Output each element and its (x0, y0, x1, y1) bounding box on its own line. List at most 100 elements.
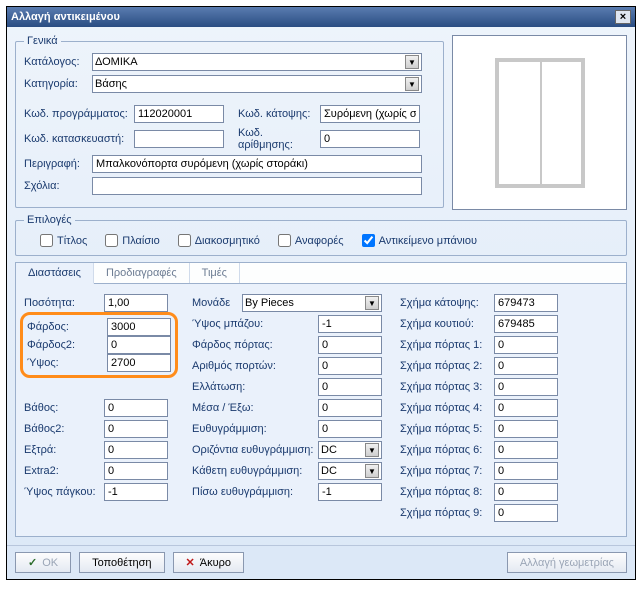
mbazou-input[interactable] (318, 315, 382, 333)
doorw-label: Φάρδος πόρτας: (192, 339, 314, 351)
door7-label: Σχήμα πόρτας 7: (400, 465, 490, 477)
boxshape-label: Σχήμα κουτιού: (400, 318, 490, 330)
catalog-select[interactable]: ΔΟΜΙΚΑ ▼ (92, 53, 422, 71)
align-input[interactable] (318, 420, 382, 438)
qty-label: Ποσότητα: (24, 297, 100, 309)
progcode-label: Κωδ. προγράμματος: (24, 108, 134, 120)
descr-input[interactable] (92, 155, 422, 173)
extra2-label: Extra2: (24, 465, 100, 477)
chk-frame[interactable]: Πλαίσιο (105, 234, 159, 247)
window-title: Αλλαγή αντικειμένου (11, 11, 120, 23)
width2-input[interactable] (107, 336, 171, 354)
extra2-input[interactable] (104, 462, 168, 480)
category-label: Κατηγορία: (24, 78, 92, 90)
close-icon[interactable]: × (615, 10, 631, 24)
place-button[interactable]: Τοποθέτηση (79, 552, 164, 573)
mfr-input[interactable] (134, 130, 224, 148)
door3-input[interactable] (494, 378, 558, 396)
highlight-box: Φάρδος: Φάρδος2: Ύψος: (20, 312, 178, 378)
align-label: Ευθυγράμμιση: (192, 423, 314, 435)
chk-reports[interactable]: Αναφορές (278, 234, 344, 247)
valign-select[interactable]: DC▼ (318, 462, 382, 480)
category-value: Βάσης (95, 78, 127, 90)
depth-input[interactable] (104, 399, 168, 417)
boxshape-input[interactable] (494, 315, 558, 333)
door9-label: Σχήμα πόρτας 9: (400, 507, 490, 519)
balign-label: Πίσω ευθυγράμμιση: (192, 486, 314, 498)
geometry-button[interactable]: Αλλαγή γεωμετρίας (507, 552, 627, 573)
door5-input[interactable] (494, 420, 558, 438)
door2-input[interactable] (494, 357, 558, 375)
chevron-down-icon: ▼ (405, 55, 419, 69)
cancel-button[interactable]: ✕Άκυρο (173, 552, 244, 573)
unit-select[interactable]: By Pieces ▼ (242, 294, 382, 312)
chevron-down-icon: ▼ (365, 296, 379, 310)
halign-label: Οριζόντια ευθυγράμμιση: (192, 444, 314, 456)
bench-input[interactable] (104, 483, 168, 501)
chk-decor[interactable]: Διακοσμητικό (178, 234, 260, 247)
chevron-down-icon: ▼ (365, 443, 379, 457)
depth-label: Βάθος: (24, 402, 100, 414)
comments-label: Σχόλια: (24, 180, 92, 192)
x-icon: ✕ (186, 556, 195, 569)
width-label: Φάρδος: (27, 321, 103, 333)
extra-label: Εξτρά: (24, 444, 100, 456)
door3-label: Σχήμα πόρτας 3: (400, 381, 490, 393)
door8-input[interactable] (494, 483, 558, 501)
inout-label: Μέσα / Έξω: (192, 402, 314, 414)
depth2-input[interactable] (104, 420, 168, 438)
height-input[interactable] (107, 354, 171, 372)
doorw-input[interactable] (318, 336, 382, 354)
door6-label: Σχήμα πόρτας 6: (400, 444, 490, 456)
tab-dimensions[interactable]: Διαστάσεις (16, 263, 94, 284)
balign-input[interactable] (318, 483, 382, 501)
num-label: Κωδ. αρίθμησης: (238, 127, 320, 151)
inout-input[interactable] (318, 399, 382, 417)
door2-label: Σχήμα πόρτας 2: (400, 360, 490, 372)
tab-prices[interactable]: Τιμές (190, 263, 240, 283)
mbazou-label: Ύψος μπάζου: (192, 318, 314, 330)
chk-bath[interactable]: Αντικείμενο μπάνιου (362, 234, 477, 247)
extra-input[interactable] (104, 441, 168, 459)
reduce-label: Ελλάτωση: (192, 381, 314, 393)
topview-input[interactable] (320, 105, 420, 123)
door7-input[interactable] (494, 462, 558, 480)
bench-label: Ύψος πάγκου: (24, 486, 100, 498)
comments-input[interactable] (92, 177, 422, 195)
halign-select[interactable]: DC▼ (318, 441, 382, 459)
options-group: Επιλογές Τίτλος Πλαίσιο Διακοσμητικό Ανα… (15, 214, 627, 256)
tabs-container: Διαστάσεις Προδιαγραφές Τιμές Ποσότητα: … (15, 262, 627, 537)
width-input[interactable] (107, 318, 171, 336)
category-select[interactable]: Βάσης ▼ (92, 75, 422, 93)
doorn-label: Αριθμός πορτών: (192, 360, 314, 372)
ok-button[interactable]: ✓OK (15, 552, 71, 573)
door4-input[interactable] (494, 399, 558, 417)
door1-input[interactable] (494, 336, 558, 354)
door8-label: Σχήμα πόρτας 8: (400, 486, 490, 498)
door4-label: Σχήμα πόρτας 4: (400, 402, 490, 414)
unit-label: Μονάδε (192, 297, 238, 309)
width2-label: Φάρδος2: (27, 339, 103, 351)
unit-value: By Pieces (245, 297, 294, 309)
options-legend: Επιλογές (24, 214, 75, 226)
door6-input[interactable] (494, 441, 558, 459)
general-legend: Γενικά (24, 35, 61, 47)
door1-label: Σχήμα πόρτας 1: (400, 339, 490, 351)
doorn-input[interactable] (318, 357, 382, 375)
door9-input[interactable] (494, 504, 558, 522)
topshape-input[interactable] (494, 294, 558, 312)
qty-input[interactable] (104, 294, 168, 312)
chk-title[interactable]: Τίτλος (40, 234, 87, 247)
tab-specs[interactable]: Προδιαγραφές (94, 263, 190, 283)
preview-pane (452, 35, 627, 210)
mfr-label: Κωδ. κατασκευαστή: (24, 133, 134, 145)
num-input[interactable] (320, 130, 420, 148)
depth2-label: Βάθος2: (24, 423, 100, 435)
reduce-input[interactable] (318, 378, 382, 396)
chevron-down-icon: ▼ (405, 77, 419, 91)
button-bar: ✓OK Τοποθέτηση ✕Άκυρο Αλλαγή γεωμετρίας (7, 545, 635, 579)
progcode-input[interactable] (134, 105, 224, 123)
height-label: Ύψος: (27, 357, 103, 369)
valign-label: Κάθετη ευθυγράμμιση: (192, 465, 314, 477)
topshape-label: Σχήμα κάτοψης: (400, 297, 490, 309)
